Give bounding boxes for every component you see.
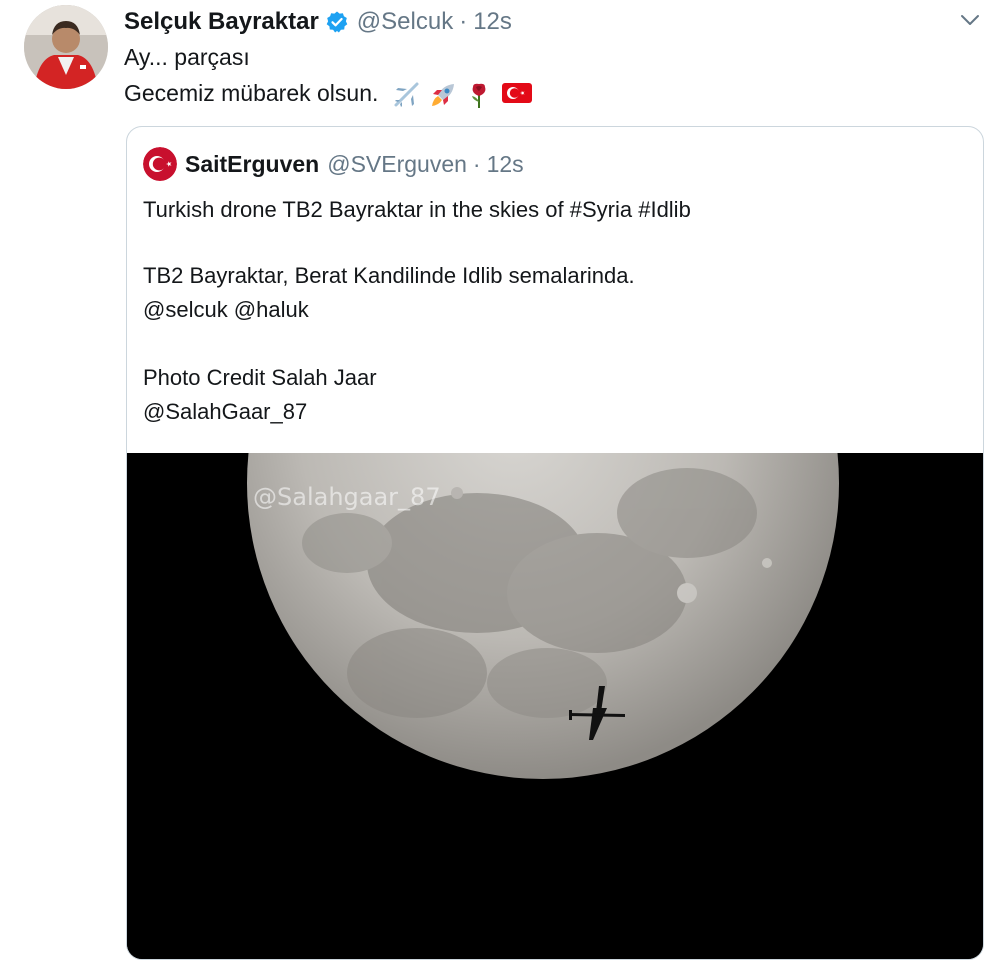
- tweet-header: Selçuk Bayraktar @Selcuk · 12s: [124, 6, 512, 38]
- quoted-text-photo-credit: Photo Credit Salah Jaar: [143, 365, 377, 390]
- quoted-media-photo[interactable]: @Salahgaar_87: [127, 453, 983, 959]
- quoted-text-mentions[interactable]: @selcuk @haluk: [143, 297, 309, 323]
- more-options-chevron-down-icon[interactable]: [958, 10, 982, 30]
- header-separator: ·: [459, 8, 468, 35]
- tweet-text-line-2-content: Gecemiz mübarek olsun.: [124, 80, 379, 106]
- tweet-timestamp[interactable]: 12s: [473, 8, 512, 36]
- quoted-author-avatar[interactable]: [143, 147, 177, 181]
- author-avatar[interactable]: [24, 5, 108, 89]
- quoted-text-line-1: Turkish drone TB2 Bayraktar in the skies…: [143, 197, 691, 222]
- emoji-group: [393, 81, 532, 109]
- quoted-header-separator: ·: [472, 150, 481, 177]
- verified-badge-icon: [325, 10, 349, 34]
- quoted-tweet[interactable]: SaitErguven @SVErguven · 12s Turkish dro…: [126, 126, 984, 960]
- tweet-text-line-2: Gecemiz mübarek olsun.: [124, 80, 532, 109]
- turkey-flag-icon: [501, 81, 532, 109]
- quoted-author-handle[interactable]: @SVErguven: [327, 151, 467, 178]
- quoted-text-credit-handle[interactable]: @SalahGaar_87: [143, 399, 307, 425]
- author-handle[interactable]: @Selcuk: [357, 8, 453, 36]
- tweet[interactable]: Selçuk Bayraktar @Selcuk · 12s Ay... par…: [0, 0, 1000, 961]
- rose-icon: [465, 81, 493, 109]
- author-name[interactable]: Selçuk Bayraktar: [124, 8, 319, 36]
- airplane-icon: [393, 81, 421, 109]
- rocket-icon: [429, 81, 457, 109]
- tweet-text-line-1: Ay... parçası: [124, 44, 250, 70]
- quoted-tweet-timestamp[interactable]: 12s: [487, 151, 524, 178]
- photo-watermark: @Salahgaar_87: [253, 483, 441, 511]
- quoted-tweet-header: SaitErguven @SVErguven · 12s: [143, 147, 524, 181]
- quoted-author-name[interactable]: SaitErguven: [185, 151, 319, 178]
- quoted-text-line-2: TB2 Bayraktar, Berat Kandilinde Idlib se…: [143, 263, 635, 288]
